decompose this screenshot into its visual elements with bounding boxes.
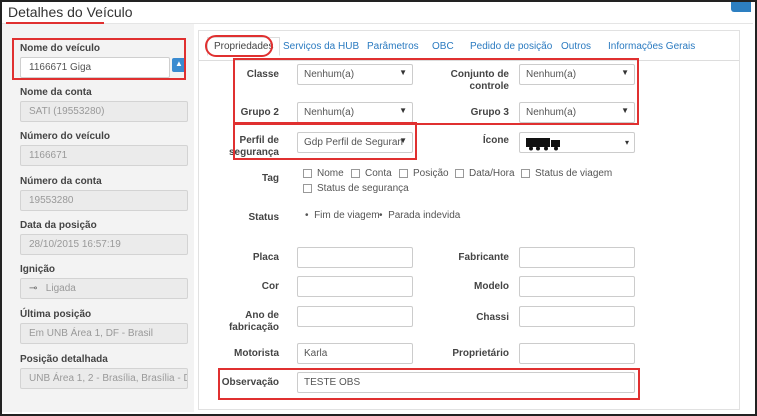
tag-checkbox-status-seguranca[interactable]: Status de segurança	[303, 183, 409, 194]
tab-bar: Propriedades Serviços da HUB Parâmetros …	[199, 31, 739, 61]
label-placa: Placa	[252, 252, 279, 263]
label-ano-fabricacao: Ano de fabricação	[228, 310, 279, 333]
label-tag: Tag	[261, 173, 279, 184]
tab-servicos-hub[interactable]: Serviços da HUB	[283, 41, 359, 52]
position-date-field: 28/10/2015 16:57:19	[20, 234, 188, 255]
fabricante-input[interactable]	[519, 247, 635, 268]
modelo-input[interactable]	[519, 276, 635, 297]
detailed-position-field: UNB Área 1, 2 - Brasília, Brasília - DF,…	[20, 368, 188, 389]
tab-pedido-posicao[interactable]: Pedido de posição	[470, 41, 552, 52]
key-icon: ⊸	[29, 283, 38, 294]
account-number-field: 19553280	[20, 190, 188, 211]
tag-option-label: Conta	[365, 168, 392, 179]
checkbox-icon[interactable]	[521, 169, 530, 178]
vehicle-summary-panel: ▲ Nome do veículo 1166671 Giga Nome da c…	[2, 24, 194, 412]
label-motorista: Motorista	[234, 348, 279, 359]
cor-input[interactable]	[297, 276, 413, 297]
account-name-field: SATI (19553280)	[20, 101, 188, 122]
ignition-value: Ligada	[45, 283, 76, 294]
icone-select[interactable]: ▾	[519, 132, 635, 153]
tab-informacoes-gerais[interactable]: Informações Gerais	[608, 41, 695, 52]
label-fabricante: Fabricante	[458, 252, 509, 263]
placa-input[interactable]	[297, 247, 413, 268]
header-bar: Detalhes do Veículo	[2, 2, 753, 24]
tag-option-label: Nome	[317, 168, 344, 179]
field-label-detailed-position: Posição detalhada	[20, 354, 108, 365]
page-title: Detalhes do Veículo	[8, 4, 133, 20]
last-position-field: Em UNB Área 1, DF - Brasil	[20, 323, 188, 344]
checkbox-icon[interactable]	[303, 184, 312, 193]
truck-icon	[526, 138, 562, 152]
tag-checkbox-status-viagem[interactable]: Status de viagem	[521, 168, 612, 179]
field-label-account-name: Nome da conta	[20, 87, 92, 98]
tag-checkbox-data-hora[interactable]: Data/Hora	[455, 168, 515, 179]
label-status: Status	[248, 212, 279, 223]
ignition-field: ⊸ Ligada	[20, 278, 188, 299]
label-cor: Cor	[261, 281, 279, 292]
vehicle-number-field: 1166671	[20, 145, 188, 166]
tag-option-label: Posição	[413, 168, 449, 179]
highlight-properties-tab	[205, 35, 273, 57]
tag-option-label: Status de viagem	[535, 168, 613, 179]
checkbox-icon[interactable]	[399, 169, 408, 178]
status-item-label: Parada indevida	[388, 210, 461, 221]
ano-fabricacao-input[interactable]	[297, 306, 413, 327]
checkbox-icon[interactable]	[455, 169, 464, 178]
tab-parametros[interactable]: Parâmetros	[367, 41, 419, 52]
field-label-vehicle-number: Número do veículo	[20, 131, 111, 142]
highlight-vehicle-name	[12, 38, 186, 80]
highlight-observacao	[218, 368, 640, 400]
label-icone: Ícone	[482, 135, 509, 146]
label-modelo: Modelo	[474, 281, 509, 292]
field-label-ignition: Ignição	[20, 264, 56, 275]
caret-down-icon: ▾	[624, 138, 629, 147]
tag-checkbox-nome[interactable]: Nome	[303, 168, 344, 179]
tab-obc[interactable]: OBC	[432, 41, 454, 52]
checkbox-icon[interactable]	[303, 169, 312, 178]
label-chassi: Chassi	[476, 312, 509, 323]
status-item: • Fim de viagem	[305, 210, 380, 221]
field-label-account-number: Número da conta	[20, 176, 102, 187]
tag-checkbox-conta[interactable]: Conta	[351, 168, 392, 179]
motorista-input[interactable]: Karla	[297, 343, 413, 364]
status-item: • Parada indevida	[379, 210, 461, 221]
chassi-input[interactable]	[519, 306, 635, 327]
proprietario-input[interactable]	[519, 343, 635, 364]
tag-option-label: Data/Hora	[469, 168, 515, 179]
tab-outros[interactable]: Outros	[561, 41, 591, 52]
field-label-last-position: Última posição	[20, 309, 92, 320]
corner-button[interactable]	[731, 2, 751, 12]
field-label-position-date: Data da posição	[20, 220, 97, 231]
tag-option-label: Status de segurança	[317, 183, 409, 194]
tag-checkbox-posicao[interactable]: Posição	[399, 168, 449, 179]
highlight-classe-grupo	[233, 58, 639, 125]
right-gutter	[741, 24, 755, 412]
label-proprietario: Proprietário	[452, 348, 509, 359]
status-item-label: Fim de viagem	[314, 210, 380, 221]
checkbox-icon[interactable]	[351, 169, 360, 178]
highlight-perfil-seguranca	[233, 122, 417, 160]
